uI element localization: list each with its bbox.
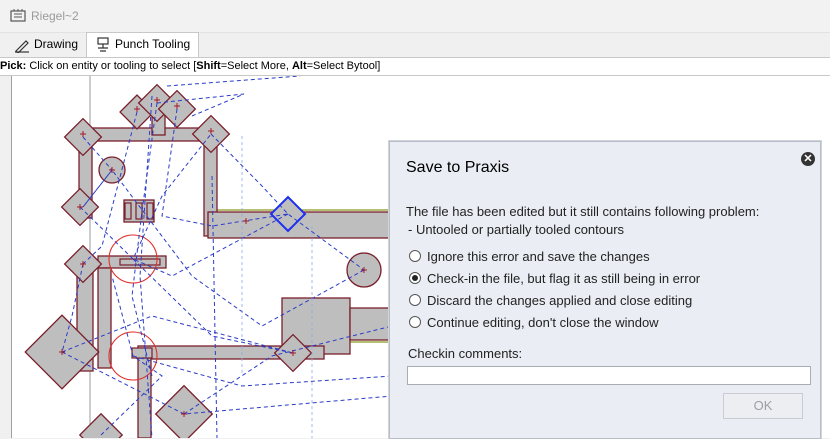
dialog-message: The file has been edited but it still co…: [406, 204, 760, 219]
tool-path: [132, 355, 393, 387]
tool-notch[interactable]: [119, 258, 161, 266]
option-discard-changes[interactable]: Discard the changes applied and close ed…: [409, 292, 692, 310]
tab-drawing[interactable]: Drawing: [10, 33, 82, 56]
pick-hint-bar: Pick: Click on entity or tooling to sele…: [0, 57, 830, 76]
alt-desc: =Select Bytool]: [306, 60, 381, 72]
app-icon: [10, 9, 26, 22]
title-bar: Riegel~2: [0, 0, 830, 33]
radio-button-selected[interactable]: [409, 272, 421, 284]
checkin-comments-input[interactable]: [407, 366, 811, 385]
radio-button[interactable]: [409, 250, 421, 262]
close-icon[interactable]: ✕: [801, 152, 815, 166]
tool-notch[interactable]: [124, 202, 132, 220]
tool-path: [161, 108, 289, 227]
option-label: Continue editing, don't close the window: [427, 315, 659, 330]
dialog-problem: - Untooled or partially tooled contours: [408, 222, 625, 237]
pick-text: Click on entity or tooling to select [: [26, 60, 197, 72]
save-to-praxis-dialog: Save to Praxis ✕ The file has been edite…: [389, 141, 821, 439]
radio-button[interactable]: [409, 294, 421, 306]
shift-key: Shift: [196, 60, 221, 72]
checkin-comments-label: Checkin comments:: [408, 346, 523, 361]
tab-punch-tooling-label: Punch Tooling: [115, 37, 191, 51]
punch-tool-icon: [97, 37, 109, 52]
alt-key: Alt: [291, 60, 307, 72]
dialog-title: Save to Praxis: [406, 159, 510, 176]
option-continue-editing[interactable]: Continue editing, don't close the window: [409, 314, 659, 332]
option-check-in-flag-error[interactable]: Check-in the file, but flag it as still …: [409, 270, 700, 288]
tool-path: [166, 76, 301, 87]
tab-bar: Drawing Punch Tooling: [0, 32, 830, 57]
tab-punch-tooling[interactable]: Punch Tooling: [86, 32, 200, 57]
pick-label: Pick:: [0, 60, 27, 72]
option-ignore-error[interactable]: Ignore this error and save the changes: [409, 248, 650, 266]
shift-desc: =Select More,: [220, 60, 292, 72]
tool-path: [132, 258, 294, 354]
radio-button[interactable]: [409, 316, 421, 328]
ok-button[interactable]: OK: [723, 393, 803, 419]
option-label: Ignore this error and save the changes: [427, 249, 650, 264]
option-label: Discard the changes applied and close ed…: [427, 293, 693, 308]
pencil-ruler-icon: [15, 39, 29, 53]
option-label: Check-in the file, but flag it as still …: [427, 271, 701, 286]
window-title: Riegel~2: [31, 9, 79, 23]
tab-drawing-label: Drawing: [34, 37, 79, 51]
